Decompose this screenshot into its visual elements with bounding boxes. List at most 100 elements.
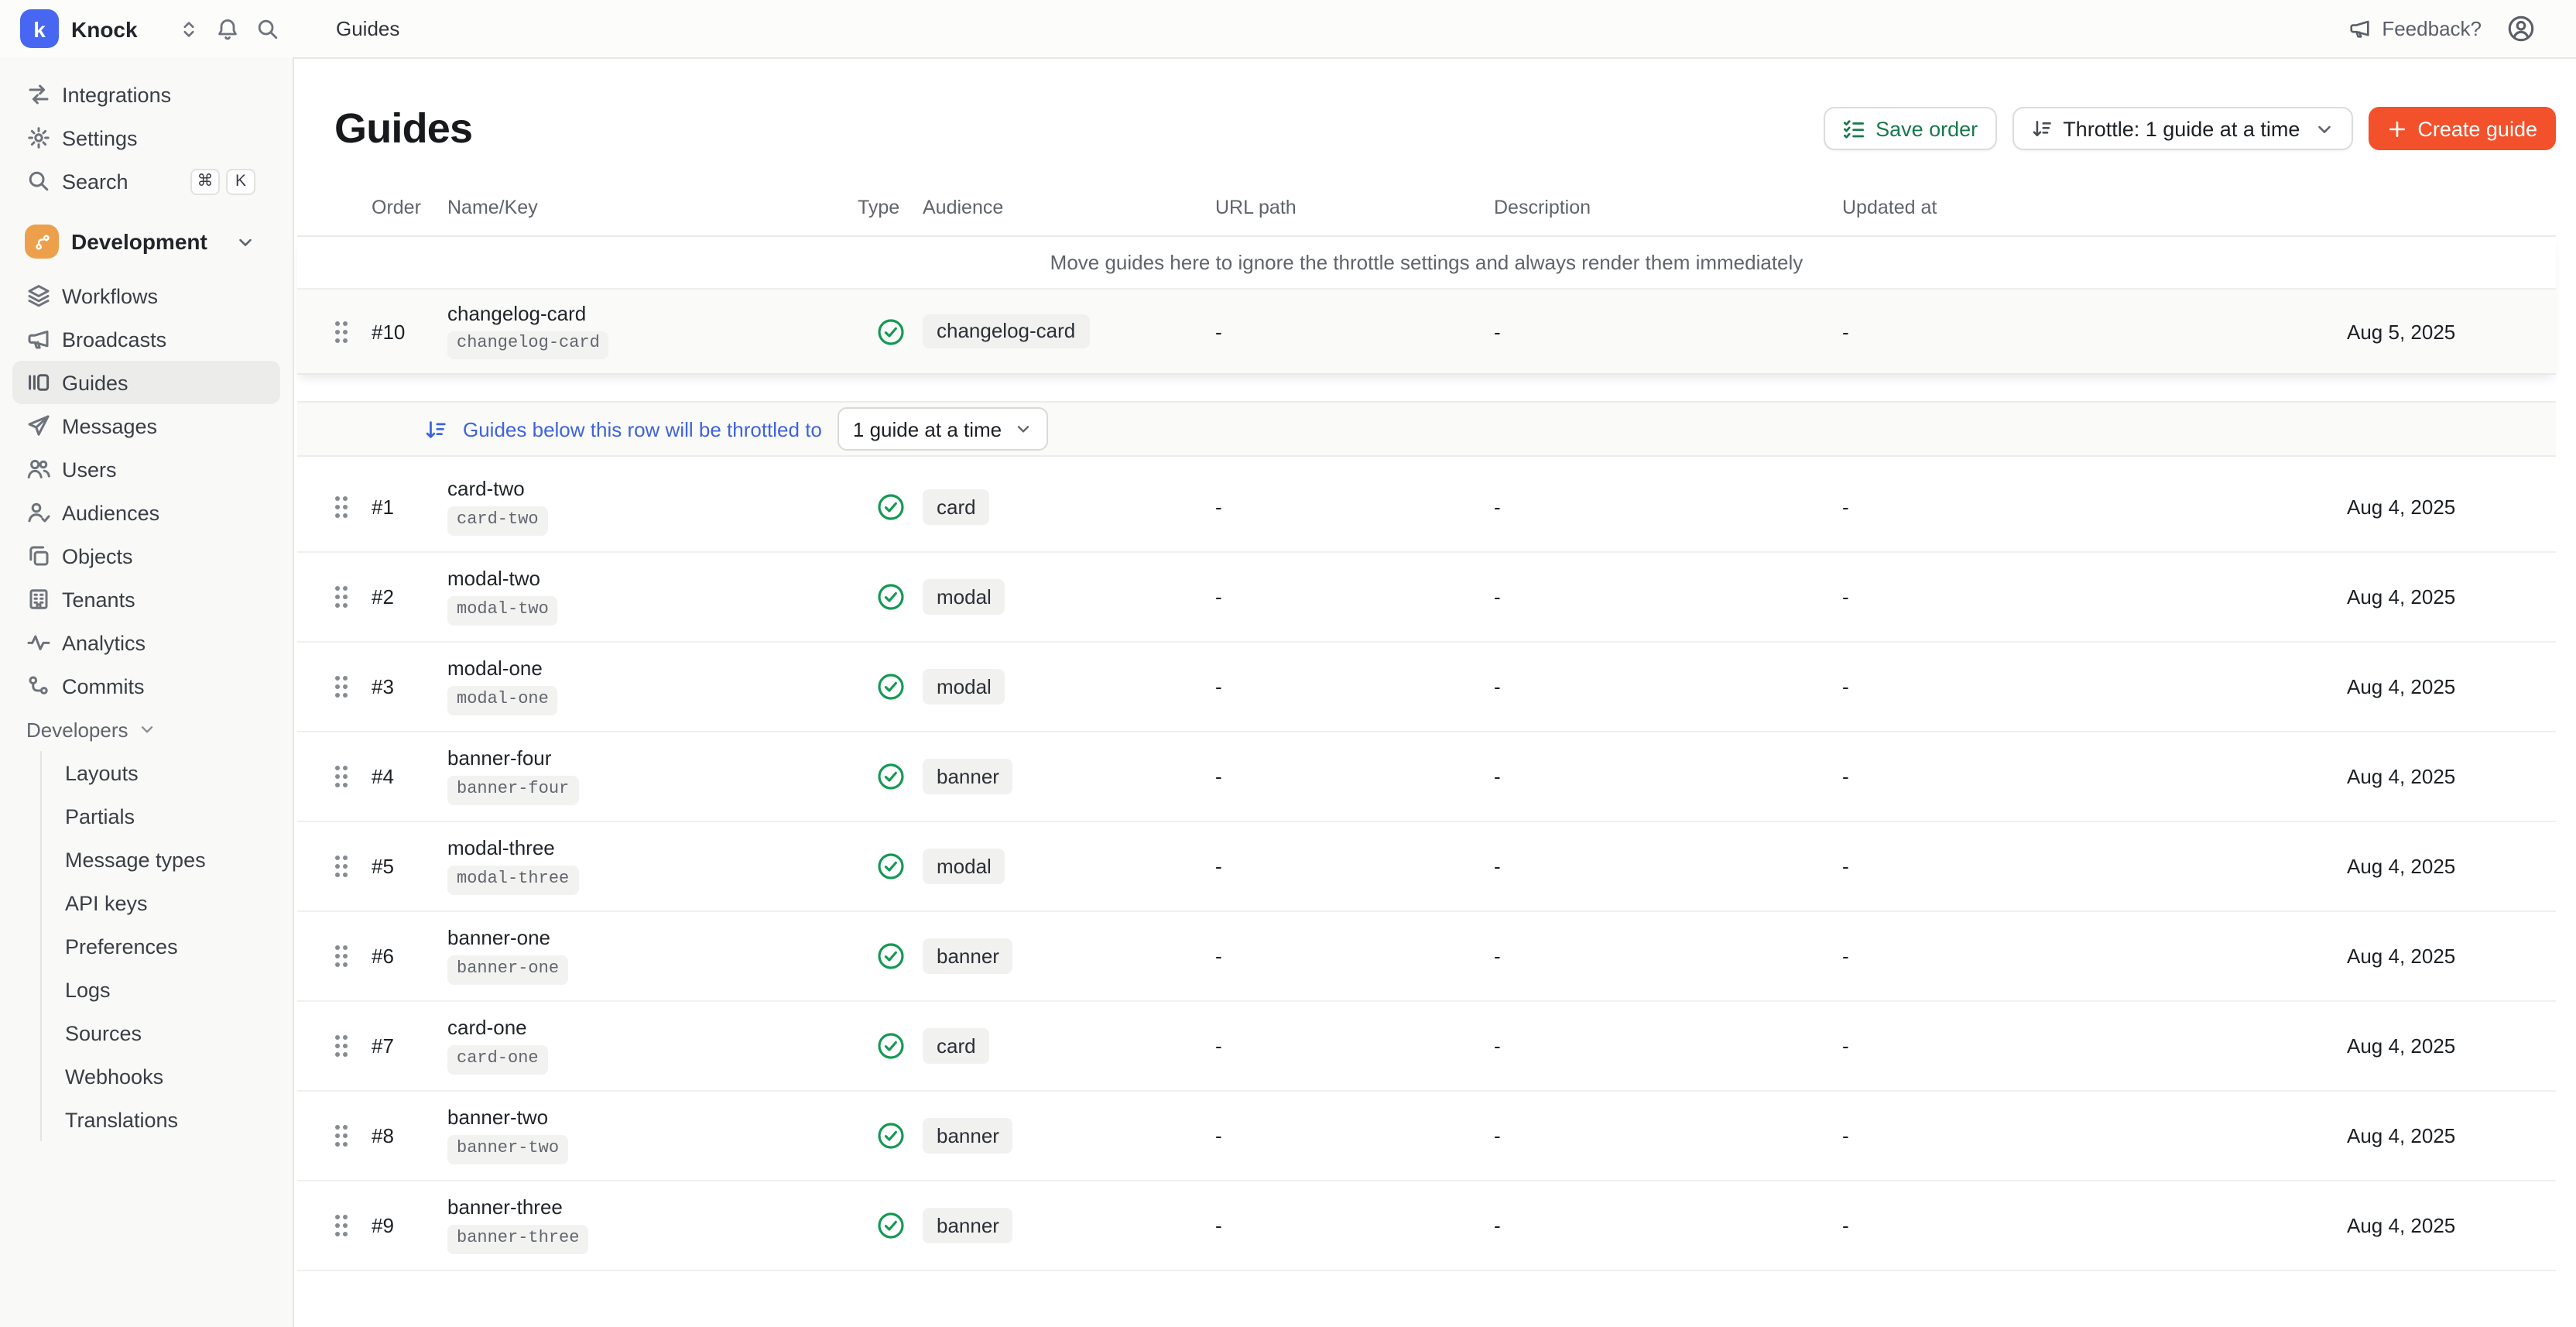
sidebar-item-workflows[interactable]: Workflows [0, 274, 280, 317]
sidebar-item-logs[interactable]: Logs [42, 968, 293, 1011]
drag-handle-icon[interactable] [319, 853, 372, 880]
guide-row[interactable]: #7 card-one card-one card - - - Aug 4, 2… [297, 1002, 2556, 1092]
drag-handle-icon[interactable] [319, 674, 372, 700]
guide-updated-at: Aug 4, 2025 [2347, 675, 2556, 698]
workspace-selector-icon[interactable] [178, 18, 200, 39]
guide-key-badge: banner-two [447, 1135, 568, 1164]
drag-handle-icon[interactable] [319, 1033, 372, 1059]
guide-row[interactable]: #4 banner-four banner-four banner - - - … [297, 732, 2556, 822]
sidebar-item-label: Users [62, 458, 117, 481]
throttled-rows: #1 card-two card-two card - - - Aug 4, 2… [297, 463, 2556, 1271]
guide-description: - [1842, 1214, 2347, 1237]
guide-name-key: modal-one modal-one [447, 658, 858, 715]
sidebar-item-guides[interactable]: Guides [12, 361, 280, 404]
create-guide-button[interactable]: Create guide [2368, 107, 2556, 150]
settings-icon [26, 125, 51, 150]
guide-row[interactable]: #6 banner-one banner-one banner - - - Au… [297, 912, 2556, 1002]
guide-updated-at: Aug 4, 2025 [2347, 855, 2556, 878]
guide-updated-at: Aug 4, 2025 [2347, 945, 2556, 968]
environment-branch-icon [25, 225, 59, 259]
sidebar-item-objects[interactable]: Objects [0, 534, 280, 578]
chevron-down-icon [1014, 420, 1033, 438]
account-avatar-icon[interactable] [2506, 14, 2536, 43]
sidebar-item-users[interactable]: Users [0, 447, 280, 491]
sidebar-item-label: Messages [62, 414, 157, 437]
guide-audience: - [1215, 1124, 1494, 1147]
sidebar-item-sources[interactable]: Sources [42, 1011, 293, 1054]
guide-name-key: modal-two modal-two [447, 568, 858, 626]
guide-row[interactable]: #1 card-two card-two card - - - Aug 4, 2… [297, 463, 2556, 553]
guide-audience: - [1215, 945, 1494, 968]
sidebar-item-api-keys[interactable]: API keys [42, 881, 293, 924]
guide-type-badge: card [923, 489, 990, 524]
throttle-setting-button[interactable]: Throttle: 1 guide at a time [2012, 107, 2352, 150]
guide-audience: - [1215, 495, 1494, 519]
guide-audience: - [1215, 585, 1494, 609]
sidebar-item-broadcasts[interactable]: Broadcasts [0, 317, 280, 361]
guide-name-key: banner-three banner-three [447, 1197, 858, 1254]
guide-row[interactable]: #3 modal-one modal-one modal - - - Aug 4… [297, 643, 2556, 732]
sidebar-item-label: Preferences [65, 934, 178, 958]
sidebar-item-integrations[interactable]: Integrations [0, 73, 280, 116]
sidebar-item-translations[interactable]: Translations [42, 1098, 293, 1141]
audiences-icon [26, 500, 51, 525]
guide-type-badge: card [923, 1028, 990, 1063]
guide-key-badge: changelog-card [447, 331, 609, 360]
notifications-bell-icon[interactable] [215, 16, 240, 41]
integrations-icon [26, 82, 51, 107]
throttle-count-select[interactable]: 1 guide at a time [838, 407, 1048, 451]
sidebar-item-webhooks[interactable]: Webhooks [42, 1054, 293, 1098]
sidebar-item-label: Message types [65, 848, 206, 871]
guide-type: modal [923, 669, 1215, 704]
sidebar-item-commits[interactable]: Commits [0, 664, 280, 708]
drag-handle-icon[interactable] [319, 318, 372, 345]
drag-handle-icon[interactable] [319, 943, 372, 969]
drag-handle-icon[interactable] [319, 584, 372, 610]
tenants-icon [26, 587, 51, 612]
guide-name: banner-two [447, 1107, 858, 1127]
sidebar-item-audiences[interactable]: Audiences [0, 491, 280, 534]
sidebar-item-label: Sources [65, 1021, 142, 1044]
guide-url-path: - [1494, 1214, 1842, 1237]
guide-description: - [1842, 320, 2347, 343]
guide-updated-at: Aug 4, 2025 [2347, 765, 2556, 788]
sidebar-section-developers[interactable]: Developers [0, 708, 293, 751]
topbar: k Knock Guides F [0, 0, 2576, 59]
guide-row[interactable]: #8 banner-two banner-two banner - - - Au… [297, 1092, 2556, 1181]
drag-handle-icon[interactable] [319, 494, 372, 520]
guide-url-path: - [1494, 320, 1842, 343]
sidebar-item-search[interactable]: Search ⌘K [0, 159, 280, 203]
sidebar-item-message-types[interactable]: Message types [42, 838, 293, 881]
drag-handle-icon[interactable] [319, 1123, 372, 1149]
guide-updated-at: Aug 4, 2025 [2347, 585, 2556, 609]
sidebar-item-messages[interactable]: Messages [0, 404, 280, 447]
drag-handle-icon[interactable] [319, 763, 372, 790]
drag-handle-icon[interactable] [319, 1212, 372, 1239]
guide-url-path: - [1494, 495, 1842, 519]
sidebar-item-partials[interactable]: Partials [42, 794, 293, 838]
sidebar-item-preferences[interactable]: Preferences [42, 924, 293, 968]
guide-row[interactable]: #9 banner-three banner-three banner - - … [297, 1181, 2556, 1271]
guide-url-path: - [1494, 1124, 1842, 1147]
sidebar-item-tenants[interactable]: Tenants [0, 578, 280, 621]
guide-row[interactable]: #10 changelog-card changelog-card change… [297, 288, 2556, 373]
breadcrumb[interactable]: Guides [336, 17, 399, 40]
sidebar-item-analytics[interactable]: Analytics [0, 621, 280, 664]
guides-table: OrderName/KeyTypeAudienceURL pathDescrip… [297, 180, 2556, 1271]
guide-description: - [1842, 765, 2347, 788]
guide-name: modal-three [447, 838, 858, 858]
messages-icon [26, 413, 51, 438]
feedback-button[interactable]: Feedback? [2348, 17, 2482, 40]
sidebar-item-settings[interactable]: Settings [0, 116, 280, 159]
sidebar-item-layouts[interactable]: Layouts [42, 751, 293, 794]
search-icon[interactable] [255, 16, 280, 41]
guide-row[interactable]: #2 modal-two modal-two modal - - - Aug 4… [297, 553, 2556, 643]
environment-switcher[interactable]: Development [0, 218, 280, 265]
guide-description: - [1842, 1034, 2347, 1058]
guide-name: changelog-card [447, 303, 858, 323]
save-order-button[interactable]: Save order [1823, 107, 1996, 150]
guide-row[interactable]: #5 modal-three modal-three modal - - - A… [297, 822, 2556, 912]
guide-audience: - [1215, 675, 1494, 698]
guide-type: card [923, 1028, 1215, 1063]
column-header-order: Order [372, 197, 447, 218]
